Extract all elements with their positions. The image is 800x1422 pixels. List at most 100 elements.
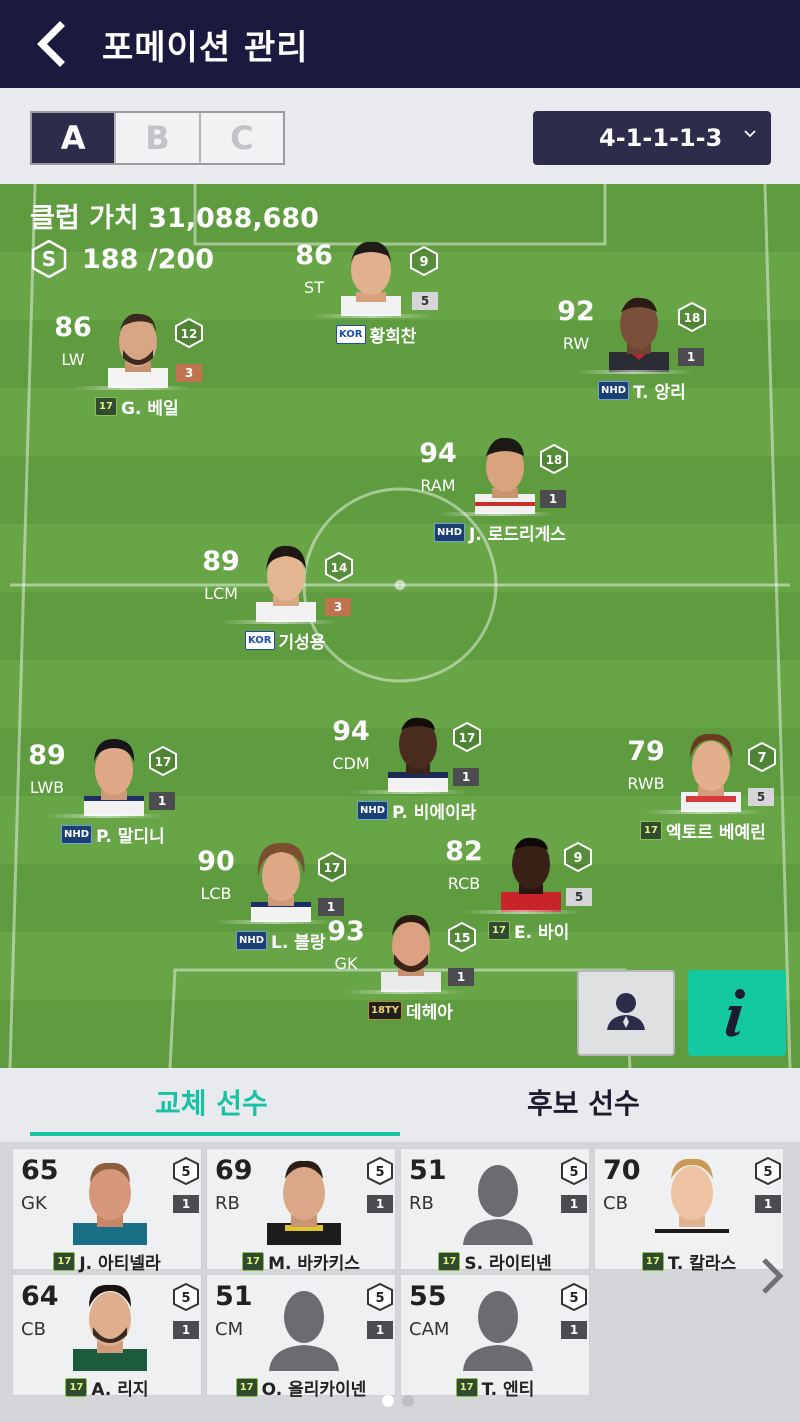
player-name: O. 올리카이넨 xyxy=(261,1380,367,1400)
enhance-level: 1 xyxy=(318,898,344,916)
enhance-level: 3 xyxy=(325,598,351,616)
level-badge-icon: 5 xyxy=(367,1157,393,1185)
chevron-right-icon[interactable] xyxy=(758,1256,786,1296)
formation-value: 4-1-1-1-3 xyxy=(599,124,723,152)
tab-reserves[interactable]: 후보 선수 xyxy=(527,1082,640,1122)
level-badge-icon: 17 xyxy=(453,722,481,752)
level-badge-icon: 5 xyxy=(173,1283,199,1311)
bench-card[interactable]: 51 CM 5 1 17 O. 올리카이넨 xyxy=(206,1274,396,1400)
salary-cap: S 188 /200 xyxy=(30,240,214,278)
player-slot-gk[interactable]: 93 GK 15 1 18TY 데헤아 xyxy=(320,914,520,1046)
player-slot-lcm[interactable]: 89 LCM 14 3 KOR 기성용 xyxy=(195,545,395,676)
player-position: LCB xyxy=(200,884,232,903)
player-position: CM xyxy=(215,1319,244,1340)
player-position: RWB xyxy=(627,774,665,793)
player-position: LWB xyxy=(29,778,65,797)
player-name: S. 라이티넨 xyxy=(464,1254,552,1274)
player-name: 기성용 xyxy=(278,633,326,653)
bench-card[interactable]: 70 CB 5 1 17 T. 칼라스 xyxy=(594,1148,784,1274)
level-badge-icon: 9 xyxy=(410,246,438,276)
player-name: P. 비에이라 xyxy=(392,803,477,823)
player-level: 17 xyxy=(155,755,172,769)
info-button[interactable] xyxy=(688,970,786,1056)
player-portrait-icon xyxy=(655,1158,729,1245)
player-position: CDM xyxy=(332,754,370,773)
player-position: LCM xyxy=(204,584,238,603)
player-name: J. 로드리게스 xyxy=(469,525,566,545)
tab-a[interactable]: A xyxy=(32,113,117,163)
player-name: 데헤아 xyxy=(405,1003,453,1023)
player-level: 17 xyxy=(459,731,476,745)
player-name-row: KOR 기성용 xyxy=(245,628,325,653)
player-position: LW xyxy=(61,350,85,369)
player-level: 14 xyxy=(331,561,348,575)
season-badge: NHD xyxy=(434,523,466,542)
enhance-level: 1 xyxy=(173,1195,199,1213)
player-name: M. 바카키스 xyxy=(268,1254,360,1274)
player-slot-rw[interactable]: 92 RW 18 1 NHD T. 앙리 xyxy=(550,296,750,426)
player-name-row: NHD J. 로드리게스 xyxy=(434,520,566,545)
level-badge-icon: 15 xyxy=(448,922,476,952)
page-title: 포메이션 관리 xyxy=(102,28,309,68)
player-level: 5 xyxy=(181,1291,190,1306)
player-ovr: 69 xyxy=(215,1155,253,1186)
player-slot-rwb[interactable]: 79 RWB 7 5 17 엑토르 베예린 xyxy=(620,733,800,866)
info-icon xyxy=(725,989,745,1037)
enhance-level: 1 xyxy=(149,792,175,810)
season-badge: NHD xyxy=(61,825,93,844)
silhouette-icon xyxy=(463,1291,533,1371)
player-ovr: 55 xyxy=(409,1281,447,1312)
player-position: RW xyxy=(562,334,590,353)
player-portrait-icon xyxy=(251,842,311,922)
bench-card[interactable]: 69 RB 5 1 17 M. 바카키스 xyxy=(206,1148,396,1274)
bench-card[interactable]: 55 CAM 5 1 17 T. 엔티 xyxy=(400,1274,590,1400)
season-badge: 17 xyxy=(53,1252,76,1271)
formation-dropdown[interactable]: 4-1-1-1-3 xyxy=(533,111,771,165)
player-position: RB xyxy=(409,1193,434,1214)
salary-value: 188 /200 xyxy=(82,243,214,275)
player-name-row: 17 T. 엔티 xyxy=(401,1375,589,1400)
player-slot-ram[interactable]: 94 RAM 18 1 NHD J. 로드리게스 xyxy=(412,437,612,568)
player-ovr: 89 xyxy=(202,546,240,577)
player-name-row: 17 G. 베일 xyxy=(95,394,179,419)
bench-card[interactable]: 64 CB 5 1 17 A. 리지 xyxy=(12,1274,202,1400)
player-glow xyxy=(344,990,464,994)
tab-substitutes[interactable]: 교체 선수 xyxy=(155,1082,268,1122)
enhance-level: 5 xyxy=(412,292,438,310)
level-badge-icon: 5 xyxy=(173,1157,199,1185)
player-position: RB xyxy=(215,1193,240,1214)
player-slot-cdm[interactable]: 94 CDM 17 1 NHD P. 비에이라 xyxy=(325,716,525,846)
tab-b[interactable]: B xyxy=(116,113,201,163)
tab-c[interactable]: C xyxy=(200,113,283,163)
player-slot-lw[interactable]: 86 LW 12 3 17 G. 베일 xyxy=(47,312,247,442)
player-glow xyxy=(644,810,764,814)
player-level: 18 xyxy=(546,453,563,467)
player-glow xyxy=(219,620,339,624)
bench-card[interactable]: 51 RB 5 1 17 S. 라이티넨 xyxy=(400,1148,590,1274)
player-name-row: 17 J. 아티넬라 xyxy=(13,1249,201,1274)
player-glow xyxy=(349,790,469,794)
player-name: G. 베일 xyxy=(121,399,179,419)
player-name: L. 블랑 xyxy=(271,933,326,953)
salary-badge-letter: S xyxy=(42,247,56,271)
back-chevron-icon[interactable] xyxy=(28,18,78,70)
player-position: RCB xyxy=(447,874,481,893)
season-badge: NHD xyxy=(598,381,630,400)
player-portrait-icon xyxy=(381,914,441,992)
player-ovr: 86 xyxy=(54,312,92,343)
player-name-row: NHD L. 블랑 xyxy=(236,928,326,953)
enhance-level: 3 xyxy=(176,364,202,382)
chevron-down-icon xyxy=(744,130,756,138)
level-badge-icon: 5 xyxy=(561,1283,587,1311)
season-badge: 17 xyxy=(235,1378,258,1397)
season-badge: 17 xyxy=(455,1378,478,1397)
level-badge-icon: 17 xyxy=(149,746,177,776)
player-ovr: 86 xyxy=(295,240,333,271)
player-slot-st[interactable]: 86 ST 9 5 KOR 황희찬 xyxy=(288,240,488,370)
manager-button[interactable] xyxy=(577,970,675,1056)
player-level: 5 xyxy=(569,1165,578,1180)
player-name: T. 엔티 xyxy=(481,1380,535,1400)
enhance-level: 1 xyxy=(561,1321,587,1339)
bench-card[interactable]: 65 GK 5 1 17 J. 아티넬라 xyxy=(12,1148,202,1274)
enhance-level: 1 xyxy=(453,768,479,786)
